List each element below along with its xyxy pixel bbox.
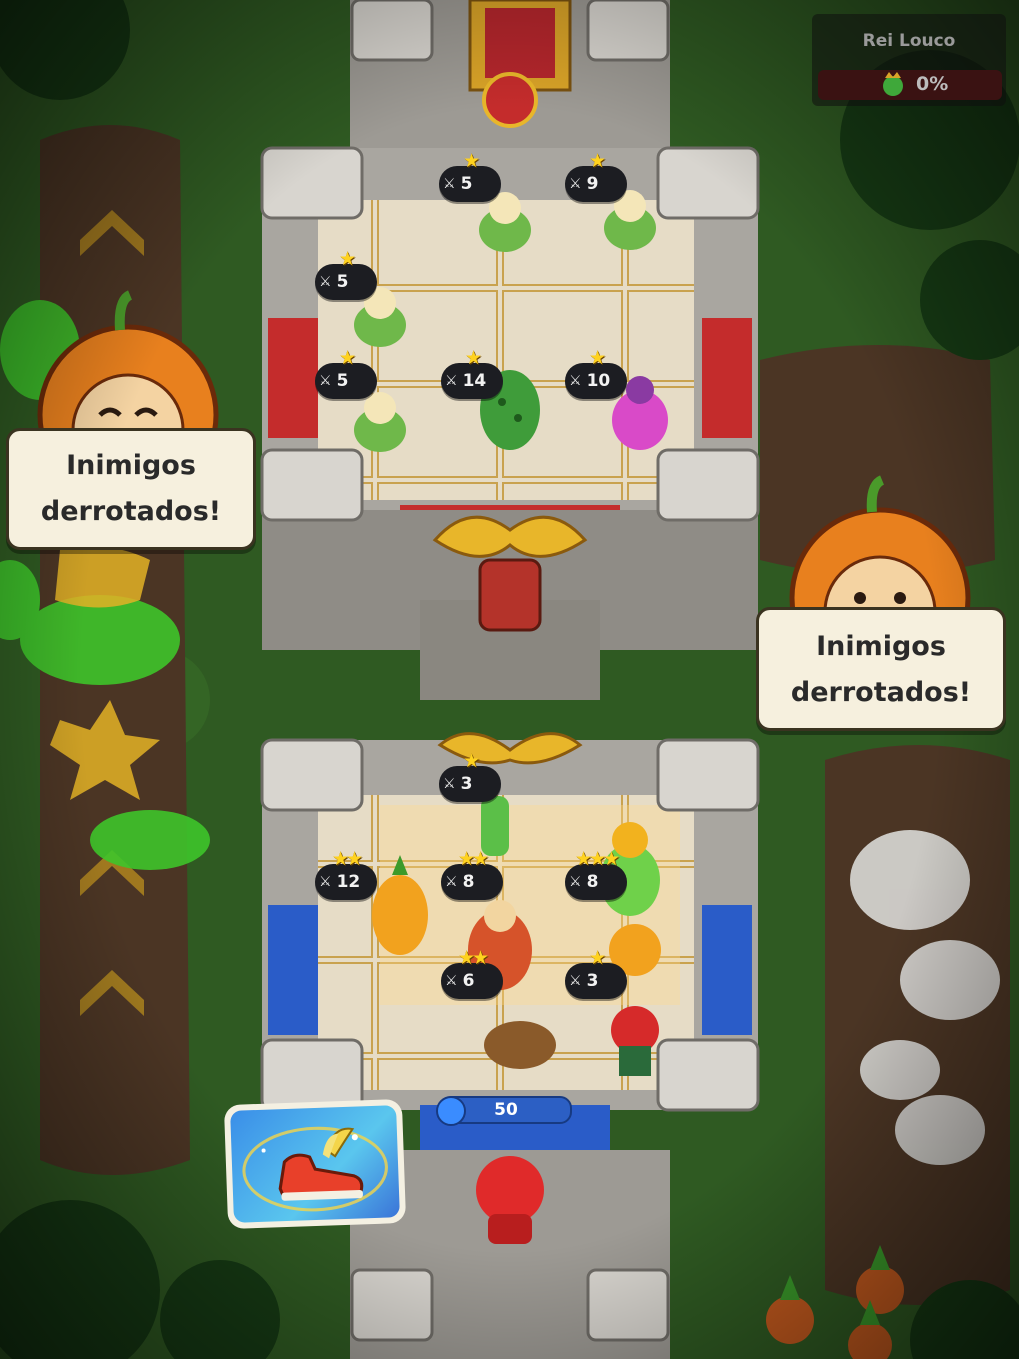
unit-power: 3 [460,774,473,794]
powerup-card[interactable] [223,1098,407,1230]
right-path-bottom [825,745,1010,1305]
unit-stars: ★ [462,150,480,172]
sword-icon: ⚔ [319,373,332,389]
boss-name: Rei Louco [862,31,956,51]
energy-value: 50 [494,1100,518,1120]
enemies-defeated-bubble-right: Inimigos derrotados! [756,607,1006,731]
unit-stars: ★ [588,347,606,369]
boss-progress-bar: 0% [818,70,1002,100]
unit-stars: ★★★ [574,848,620,870]
sword-icon: ⚔ [569,176,582,192]
boss-icon [883,72,903,96]
unit-power: 5 [336,272,349,292]
unit-power: 8 [462,872,475,892]
sword-icon: ⚔ [443,776,456,792]
sword-icon: ⚔ [569,373,582,389]
unit-stars: ★ [338,347,356,369]
player-unit-badge: ★ ⚔ 3 [439,750,501,802]
winged-shoe-icon [242,1126,388,1212]
unit-stars: ★ [462,750,480,772]
boss-panel: Rei Louco 0% [812,14,1006,106]
player-unit-badge: ★★ ⚔ 12 [315,848,377,900]
energy-icon [436,1096,466,1126]
enemy-unit-badge: ★ ⚔ 5 [439,150,501,202]
player-unit-badge: ★★ ⚔ 6 [441,947,503,999]
unit-power: 8 [586,872,599,892]
unit-power: 5 [460,174,473,194]
energy-bar: 50 [436,1096,572,1126]
unit-stars: ★ [338,248,356,270]
unit-stars: ★★ [457,848,489,870]
unit-power: 9 [586,174,599,194]
sword-icon: ⚔ [569,973,582,989]
player-unit-badge: ★ ⚔ 3 [565,947,627,999]
unit-power: 14 [462,371,487,391]
unit-power: 6 [462,971,475,991]
unit-power: 10 [586,371,611,391]
unit-stars: ★ [464,347,482,369]
enemy-unit-badge: ★ ⚔ 5 [315,347,377,399]
sword-icon: ⚔ [319,874,332,890]
player-unit-badge: ★★ ⚔ 8 [441,848,503,900]
enemy-unit-badge: ★ ⚔ 9 [565,150,627,202]
sword-icon: ⚔ [319,274,332,290]
unit-power: 12 [336,872,361,892]
sword-icon: ⚔ [445,874,458,890]
unit-power: 5 [336,371,349,391]
sword-icon: ⚔ [445,373,458,389]
enemy-unit-badge: ★ ⚔ 10 [565,347,627,399]
unit-power: 3 [586,971,599,991]
boss-progress-label: 0% [916,73,949,95]
sword-icon: ⚔ [445,973,458,989]
enemy-unit-badge: ★ ⚔ 5 [315,248,377,300]
unit-stars: ★ [588,947,606,969]
enemies-defeated-bubble-left: Inimigos derrotados! [6,428,256,550]
sword-icon: ⚔ [569,874,582,890]
player-unit-badge: ★★★ ⚔ 8 [565,848,627,900]
unit-stars: ★★ [331,848,363,870]
unit-stars: ★★ [457,947,489,969]
unit-stars: ★ [588,150,606,172]
enemy-unit-badge: ★ ⚔ 14 [441,347,503,399]
sword-icon: ⚔ [443,176,456,192]
